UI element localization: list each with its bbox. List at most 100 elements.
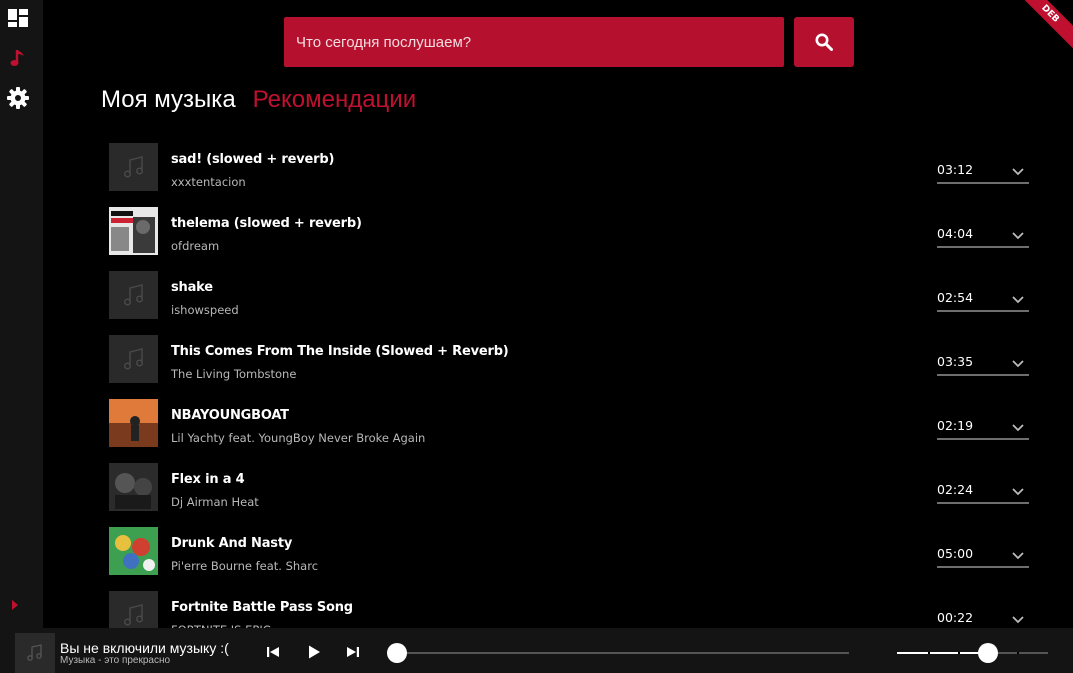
dashboard-icon xyxy=(8,9,28,27)
previous-icon xyxy=(267,647,279,657)
album-art xyxy=(109,399,158,447)
track-options-dropdown[interactable]: 00:22 xyxy=(937,608,1029,628)
play-icon xyxy=(309,645,320,659)
track-title: This Comes From The Inside (Slowed + Rev… xyxy=(171,344,509,359)
player-subtitle: Музыка - это прекрасно xyxy=(60,655,171,666)
track-duration: 00:22 xyxy=(937,610,974,625)
track-row[interactable]: sad! (slowed + reverb) xxxtentacion 03:12 xyxy=(109,143,1029,207)
track-cover[interactable] xyxy=(109,335,158,383)
track-expand-toggle[interactable] xyxy=(1011,482,1025,501)
track-title: thelema (slowed + reverb) xyxy=(171,216,362,231)
track-row[interactable]: Fortnite Battle Pass SongFORTNITE IS EPI… xyxy=(109,591,1029,628)
track-row[interactable]: NBAYOUNGBOAT Lil Yachty feat. YoungBoy Ne… xyxy=(109,399,1029,463)
music-note-icon xyxy=(123,156,143,178)
gear-icon xyxy=(7,87,29,109)
next-icon xyxy=(347,647,359,657)
track-expand-toggle[interactable] xyxy=(1011,162,1025,181)
sidebar-item-music[interactable] xyxy=(6,46,30,70)
track-cover[interactable] xyxy=(109,399,158,447)
volume-handle[interactable] xyxy=(977,643,998,663)
music-note-icon xyxy=(123,348,143,370)
track-options-dropdown[interactable]: 02:24 xyxy=(937,480,1029,504)
track-list: sad! (slowed + reverb) xxxtentacion 03:12 t… xyxy=(109,143,1029,628)
track-row[interactable]: This Comes From The Inside (Slowed + Rev… xyxy=(109,335,1029,399)
track-cover[interactable] xyxy=(109,143,158,191)
track-options-dropdown[interactable]: 04:04 xyxy=(937,224,1029,248)
track-duration: 02:24 xyxy=(937,482,974,497)
sidebar-item-settings[interactable] xyxy=(6,86,30,110)
search-input[interactable] xyxy=(284,17,784,67)
track-artist: xxxtentacion xyxy=(171,175,246,189)
tab-my-music[interactable]: Моя музыка xyxy=(101,86,236,114)
track-expand-toggle[interactable] xyxy=(1011,418,1025,437)
album-art xyxy=(109,527,158,575)
music-note-icon xyxy=(123,284,143,306)
track-row[interactable]: thelema (slowed + reverb) ofdream 04:04 xyxy=(109,207,1029,271)
chevron-down-icon xyxy=(1012,232,1024,240)
track-title: Drunk And Nasty xyxy=(171,536,293,551)
music-note-icon xyxy=(27,644,42,661)
chevron-down-icon xyxy=(1012,360,1024,368)
chevron-down-icon xyxy=(1012,552,1024,560)
seek-bar[interactable] xyxy=(397,652,849,654)
chevron-down-icon xyxy=(1012,424,1024,432)
track-expand-toggle[interactable] xyxy=(1011,546,1025,565)
track-title: sad! (slowed + reverb) xyxy=(171,152,335,167)
track-cover[interactable] xyxy=(109,463,158,511)
track-duration: 04:04 xyxy=(937,226,974,241)
music-note-icon xyxy=(10,50,24,66)
player-title: Вы не включили музыку :( xyxy=(60,640,229,656)
track-artist: The Living Tombstone xyxy=(171,367,297,381)
track-row[interactable]: Drunk And Nasty Pi'erre Bourne feat. Shar… xyxy=(109,527,1029,591)
track-cover[interactable] xyxy=(109,591,158,628)
tab-recommendations[interactable]: Рекомендации xyxy=(253,86,416,114)
track-cover[interactable] xyxy=(109,527,158,575)
track-options-dropdown[interactable]: 02:19 xyxy=(937,416,1029,440)
track-duration: 05:00 xyxy=(937,546,974,561)
track-expand-toggle[interactable] xyxy=(1011,610,1025,628)
search-button[interactable] xyxy=(794,17,854,67)
chevron-down-icon xyxy=(1012,296,1024,304)
sidebar-item-dashboard[interactable] xyxy=(6,6,30,30)
track-artist: Pi'erre Bourne feat. Sharc xyxy=(171,559,319,573)
next-button[interactable] xyxy=(345,644,361,663)
debug-ribbon: DEB xyxy=(1012,0,1073,52)
track-options-dropdown[interactable]: 03:12 xyxy=(937,160,1029,184)
search-icon xyxy=(815,33,833,51)
track-duration: 03:35 xyxy=(937,354,974,369)
volume-slider[interactable] xyxy=(897,652,1048,654)
track-expand-toggle[interactable] xyxy=(1011,354,1025,373)
player-bar: Вы не включили музыку :( Музыка - это пр… xyxy=(0,628,1073,673)
chevron-down-icon xyxy=(1012,168,1024,176)
volume-level xyxy=(897,652,988,654)
track-row[interactable]: Flex in a 4 Dj Airman Heat 02:24 xyxy=(109,463,1029,527)
track-expand-toggle[interactable] xyxy=(1011,290,1025,309)
track-row[interactable]: shake ishowspeed 02:54 xyxy=(109,271,1029,335)
album-art xyxy=(109,207,158,255)
track-artist: ishowspeed xyxy=(171,303,239,317)
track-duration: 02:19 xyxy=(937,418,974,433)
track-duration: 03:12 xyxy=(937,162,974,177)
track-options-dropdown[interactable]: 03:35 xyxy=(937,352,1029,376)
track-options-dropdown[interactable]: 05:00 xyxy=(937,544,1029,568)
play-button[interactable] xyxy=(306,644,322,663)
tab-bar: Моя музыка Рекомендации xyxy=(101,86,416,114)
music-note-icon xyxy=(123,604,143,626)
player-cover xyxy=(15,633,55,673)
track-artist: Dj Airman Heat xyxy=(171,495,259,509)
track-duration: 02:54 xyxy=(937,290,974,305)
seek-handle[interactable] xyxy=(387,643,407,663)
previous-button[interactable] xyxy=(265,644,281,663)
track-title: Fortnite Battle Pass Song xyxy=(171,600,353,615)
track-expand-toggle[interactable] xyxy=(1011,226,1025,245)
track-title: NBAYOUNGBOAT xyxy=(171,408,289,423)
track-cover[interactable] xyxy=(109,207,158,255)
track-artist: Lil Yachty feat. YoungBoy Never Broke Ag… xyxy=(171,431,426,445)
track-title: Flex in a 4 xyxy=(171,472,245,487)
expand-arrow-icon[interactable] xyxy=(12,600,18,610)
sidebar xyxy=(0,0,43,628)
volume-tick xyxy=(928,652,930,654)
track-options-dropdown[interactable]: 02:54 xyxy=(937,288,1029,312)
chevron-down-icon xyxy=(1012,488,1024,496)
track-cover[interactable] xyxy=(109,271,158,319)
